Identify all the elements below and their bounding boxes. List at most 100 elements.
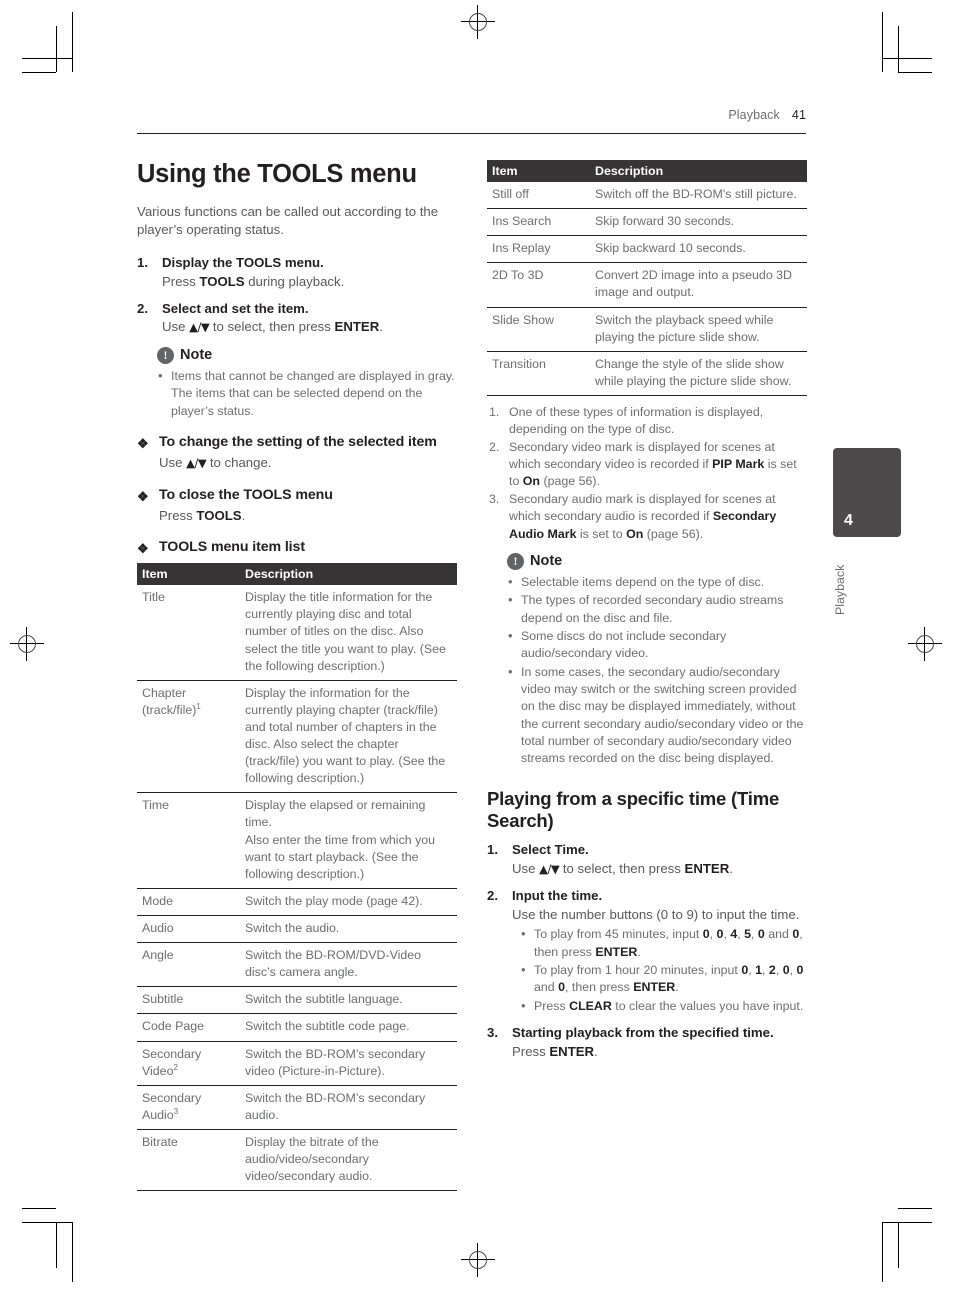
section-heading-time-search: Playing from a specific time (Time Searc… xyxy=(487,787,780,831)
chapter-thumb-tab: 4 xyxy=(833,448,901,537)
step-number: 2. xyxy=(487,888,498,904)
footnote-item: 3. Secondary audio mark is displayed for… xyxy=(489,491,777,541)
step-title: Input the time. xyxy=(512,888,603,904)
table-row: Slide Show Switch the playback speed whil… xyxy=(487,307,807,352)
cell-description: Switch the BD-ROM/DVD-Video disc’s camer… xyxy=(240,942,457,988)
cell-description: Switch the subtitle code page. xyxy=(240,1013,457,1042)
step-sub-bullets: To play from 45 minutes, input 0, 0, 4, … xyxy=(512,925,807,1016)
registration-mark-left xyxy=(10,627,44,661)
footnote-marker: 2 xyxy=(173,1062,178,1072)
note-block: ! Note Selectable items depend on the ty… xyxy=(487,552,807,768)
footnote-marker: 3 xyxy=(173,1106,179,1116)
cell-item: Secondary Video2 xyxy=(137,1041,240,1086)
footnote-item: 1. One of these types of information is … xyxy=(489,404,764,437)
list-item: Selectable items depend on the type of d… xyxy=(507,573,807,592)
cell-item: Chapter (track/file)1 xyxy=(137,680,240,794)
table-row: Ins Search Skip forward 30 seconds. xyxy=(487,208,807,237)
up-down-arrow-icon: ▲/▼ xyxy=(189,320,210,335)
cell-description: Switch the subtitle language. xyxy=(240,986,457,1015)
cell-description: Display the bitrate of the audio/video/s… xyxy=(240,1129,457,1192)
cell-item: Transition xyxy=(487,351,590,396)
cell-description: Change the style of the slide show while… xyxy=(590,351,807,396)
footnote-marker: 1 xyxy=(196,701,201,711)
cell-item: Subtitle xyxy=(137,986,240,1015)
table-row: Angle Switch the BD-ROM/DVD-Video disc’s … xyxy=(137,942,457,988)
cell-description: Switch the audio. xyxy=(240,915,457,944)
list-item: To play from 45 minutes, input 0, 0, 4, … xyxy=(520,925,807,961)
table-row: 2D To 3D Convert 2D image into a pseudo 3… xyxy=(487,262,807,308)
left-steps-list: 1. Display the TOOLS menu. Press TOOLS d… xyxy=(137,254,457,337)
exclamation-circle-icon: ! xyxy=(507,552,524,570)
footnote-item: 2. Secondary video mark is displayed for… xyxy=(489,439,797,489)
list-item: Some discs do not include secondary audi… xyxy=(507,627,807,663)
list-item: In some cases, the secondary audio/secon… xyxy=(507,663,807,768)
table-row: Bitrate Display the bitrate of the audio/… xyxy=(137,1129,457,1192)
chapter-number: 4 xyxy=(844,512,853,529)
step-body: Press ENTER. xyxy=(512,1043,598,1059)
step-body: Use ▲/▼ to select, then press ENTER. xyxy=(162,319,383,335)
cell-description: Display the title information for the cu… xyxy=(240,585,457,681)
list-item: Press CLEAR to clear the values you have… xyxy=(520,997,807,1016)
cell-description: Display the elapsed or remaining time. Al… xyxy=(240,792,457,889)
diamond-body: Use ▲/▼ to change. xyxy=(159,454,272,470)
cell-description: Switch the BD-ROM’s secondary video (Pic… xyxy=(240,1041,457,1086)
table-row: Secondary Video2 Switch the BD-ROM’s seco… xyxy=(137,1041,457,1086)
running-head-section: Playback xyxy=(728,108,780,122)
table-row: Secondary Audio3 Switch the BD-ROM’s seco… xyxy=(137,1085,457,1131)
cell-item: Mode xyxy=(137,888,240,917)
page-title: Using the TOOLS menu xyxy=(137,160,417,188)
step-number: 2. xyxy=(137,300,148,316)
list-item: The types of recorded secondary audio st… xyxy=(507,591,807,627)
cell-item: Title xyxy=(137,585,240,681)
registration-mark-right xyxy=(908,627,942,661)
column-header-item: Item xyxy=(137,563,240,586)
cell-item: Audio xyxy=(137,915,240,944)
diamond-bullet-icon: ❖ xyxy=(137,541,149,557)
cell-description: Switch off the BD-ROM's still picture. xyxy=(590,182,807,210)
column-header-item: Item xyxy=(487,160,590,182)
table-row: Ins Replay Skip backward 10 seconds. xyxy=(487,235,807,264)
page-number: 41 xyxy=(791,108,806,122)
footnote-number: 3. xyxy=(489,491,500,506)
diamond-bullet-icon: ❖ xyxy=(137,488,149,504)
cell-item: Angle xyxy=(137,942,240,988)
step-body: Use ▲/▼ to select, then press ENTER. xyxy=(512,860,733,876)
note-title: Note xyxy=(180,347,213,364)
step-title: Display the TOOLS menu. xyxy=(162,255,324,271)
cell-item: Ins Search xyxy=(487,208,590,237)
note-title: Note xyxy=(530,553,563,570)
cell-item: Secondary Audio3 xyxy=(137,1085,240,1131)
cell-item: Still off xyxy=(487,182,590,210)
step-body: Press TOOLS during playback. xyxy=(162,273,345,289)
step-item: 3. Starting playback from the specified … xyxy=(487,1024,807,1061)
table-row: Chapter (track/file)1 Display the informa… xyxy=(137,680,457,794)
table-body: Title Display the title information for t… xyxy=(137,585,457,1192)
note-block: ! Note Items that cannot be changed are … xyxy=(137,346,457,420)
diamond-heading: ❖ To close the TOOLS menu xyxy=(137,486,333,504)
right-column: Item Description Still off Switch off the… xyxy=(487,160,807,1070)
running-head: Playback 41 xyxy=(137,108,806,122)
tools-menu-item-table: Item Description Title Display the title … xyxy=(137,563,457,1192)
up-down-arrow-icon: ▲/▼ xyxy=(186,455,207,470)
table-body: Still off Switch off the BD-ROM's still p… xyxy=(487,182,807,396)
footnote-number: 2. xyxy=(489,439,500,454)
cell-description: Display the information for the currentl… xyxy=(240,680,457,794)
table-row: Code Page Switch the subtitle code page. xyxy=(137,1013,457,1042)
diamond-heading: ❖ To change the setting of the selected i… xyxy=(137,434,437,452)
table-row: Still off Switch off the BD-ROM's still p… xyxy=(487,182,807,210)
cell-item: Bitrate xyxy=(137,1129,240,1192)
step-item: 2. Select and set the item. Use ▲/▼ to s… xyxy=(137,300,457,337)
note-header: ! Note xyxy=(137,346,457,364)
list-item: To play from 1 hour 20 minutes, input 0,… xyxy=(520,961,807,997)
intro-paragraph: Various functions can be called out acco… xyxy=(137,203,439,238)
diamond-section: ❖ TOOLS menu item list xyxy=(137,539,457,557)
cell-item: Code Page xyxy=(137,1013,240,1042)
step-item: 1. Select Time. Use ▲/▼ to select, then … xyxy=(487,841,807,878)
crop-mark-top-left xyxy=(22,12,142,132)
diamond-heading: ❖ TOOLS menu item list xyxy=(137,539,305,557)
diamond-bullet-icon: ❖ xyxy=(137,436,149,452)
up-down-arrow-icon: ▲/▼ xyxy=(539,861,560,876)
time-search-steps: 1. Select Time. Use ▲/▼ to select, then … xyxy=(487,841,807,1061)
cell-item: Ins Replay xyxy=(487,235,590,264)
table-row: Audio Switch the audio. xyxy=(137,915,457,944)
